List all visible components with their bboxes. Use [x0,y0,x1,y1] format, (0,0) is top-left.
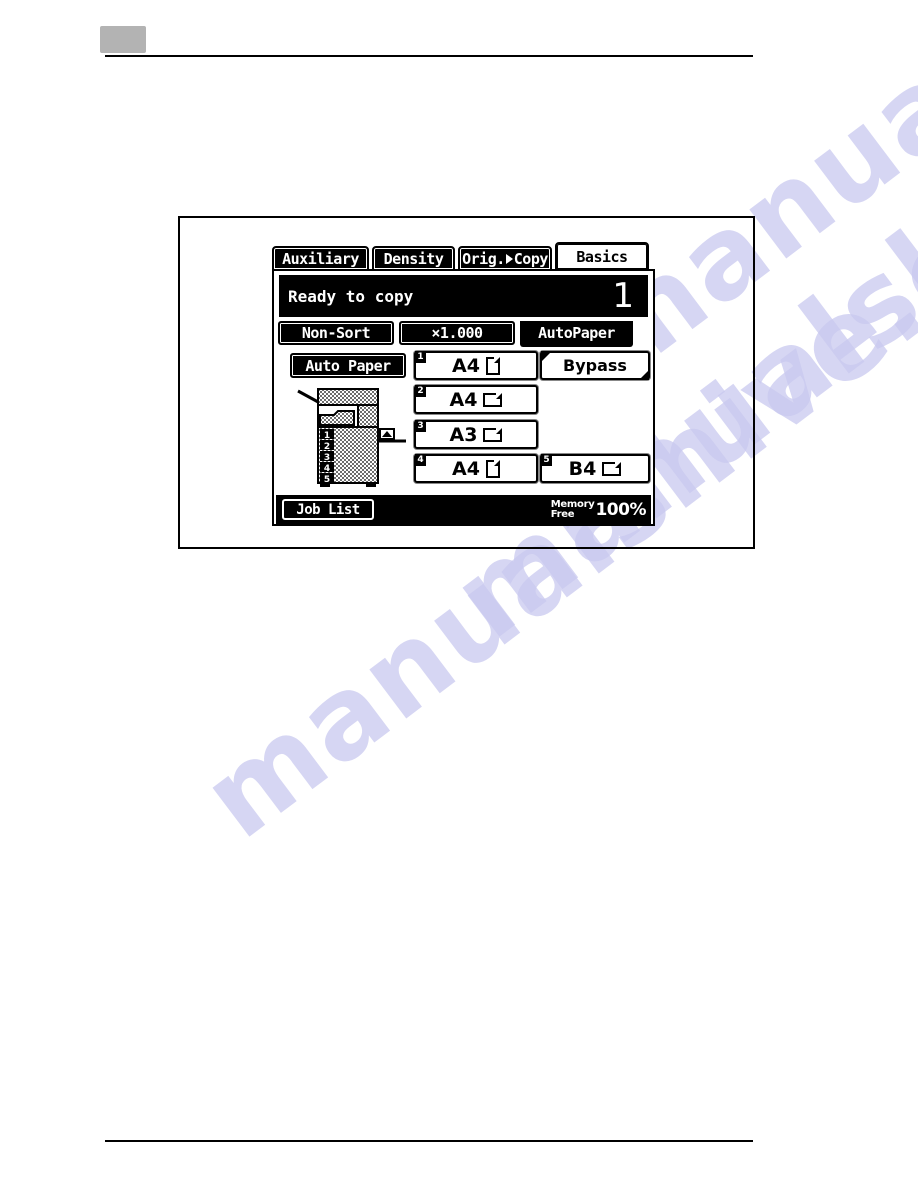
bypass-corner-icon [639,370,649,380]
tray-size-label: A4 [452,354,480,377]
paper-landscape-icon [483,392,503,407]
tray-button-3[interactable]: 3 A3 [414,420,538,449]
subtab-bar: Non-Sort ×1.000 AutoPaper [278,321,649,349]
tray-size-label: B4 [568,457,597,480]
bypass-tray-button[interactable]: Bypass [540,351,650,380]
subtab-zoom[interactable]: ×1.000 [399,321,515,345]
subtab-paper[interactable]: AutoPaper [520,321,633,347]
paper-portrait-icon [485,356,500,375]
tab-auxiliary-label: Auxiliary [282,249,359,268]
svg-text:4: 4 [324,464,330,474]
subtab-finishing-label: Non-Sort [301,324,371,342]
memory-free-value: 100% [595,499,646,520]
page-header-marker [100,26,146,53]
job-list-button[interactable]: Job List [282,499,374,520]
tab-density-label: Density [383,249,444,268]
tray-number-badge: 5 [541,454,552,466]
status-message-bar: Ready to copy 1 [279,275,648,317]
paper-selection-area: Auto Paper 1 2 3 4 5 1 A4 2 A4 3 A3 4 A4… [276,349,651,494]
printer-illustration: 1 2 3 4 5 [294,385,410,489]
tray-button-4[interactable]: 4 A4 [414,454,538,483]
tray-number-badge: 2 [415,385,426,397]
tray-size-label: A3 [449,423,478,446]
svg-text:3: 3 [324,453,330,463]
subtab-zoom-label: ×1.000 [431,324,483,342]
tab-basics[interactable]: Basics [555,242,649,271]
header-rule [105,55,753,57]
tray-number-badge: 1 [415,351,426,363]
tray-number-badge: 4 [415,454,426,466]
auto-paper-label: Auto Paper [305,356,391,375]
tab-orig-copy[interactable]: Orig. Copy [458,246,552,271]
footer-rule [105,1140,753,1142]
job-list-label: Job List [296,501,360,518]
svg-text:1: 1 [324,431,330,441]
status-message: Ready to copy [288,286,414,306]
paper-landscape-icon [483,427,503,442]
copier-lcd-panel: Auxiliary Density Orig. Copy Basics Read… [272,238,655,526]
tray-button-2[interactable]: 2 A4 [414,385,538,414]
tab-orig-copy-label: Orig. [462,249,505,268]
tray-size-label: A4 [452,457,480,480]
svg-text:2: 2 [324,442,330,452]
subtab-paper-label: AutoPaper [538,324,615,342]
tray-size-label: A4 [449,388,478,411]
tray-button-1[interactable]: 1 A4 [414,351,538,380]
tab-auxiliary[interactable]: Auxiliary [272,246,369,271]
paper-landscape-icon [602,461,622,476]
lcd-body: Ready to copy 1 Non-Sort ×1.000 AutoPape… [272,269,655,526]
memory-label: Memory Free [550,499,595,520]
tray-number-badge: 3 [415,420,426,432]
paper-portrait-icon [485,459,500,478]
tab-density[interactable]: Density [372,246,455,271]
auto-paper-button[interactable]: Auto Paper [290,353,406,378]
copy-count-display: 1 [612,276,634,316]
tray-button-5[interactable]: 5 B4 [540,454,650,483]
arrow-right-icon [505,253,513,264]
subtab-finishing[interactable]: Non-Sort [278,321,394,345]
page-watermark: manualshive.com manualshive.com manualsh… [0,0,918,1188]
bypass-label: Bypass [563,356,627,375]
memory-status: Memory Free 100% [550,499,647,520]
bypass-badge-icon [541,351,552,362]
tab-orig-copy-label-suffix: Copy [513,249,549,268]
memory-label-line2: Free [550,508,575,520]
tab-bar: Auxiliary Density Orig. Copy Basics [272,238,655,271]
tab-basics-label: Basics [576,247,628,266]
lcd-footer-bar: Job List Memory Free 100% [276,495,651,524]
